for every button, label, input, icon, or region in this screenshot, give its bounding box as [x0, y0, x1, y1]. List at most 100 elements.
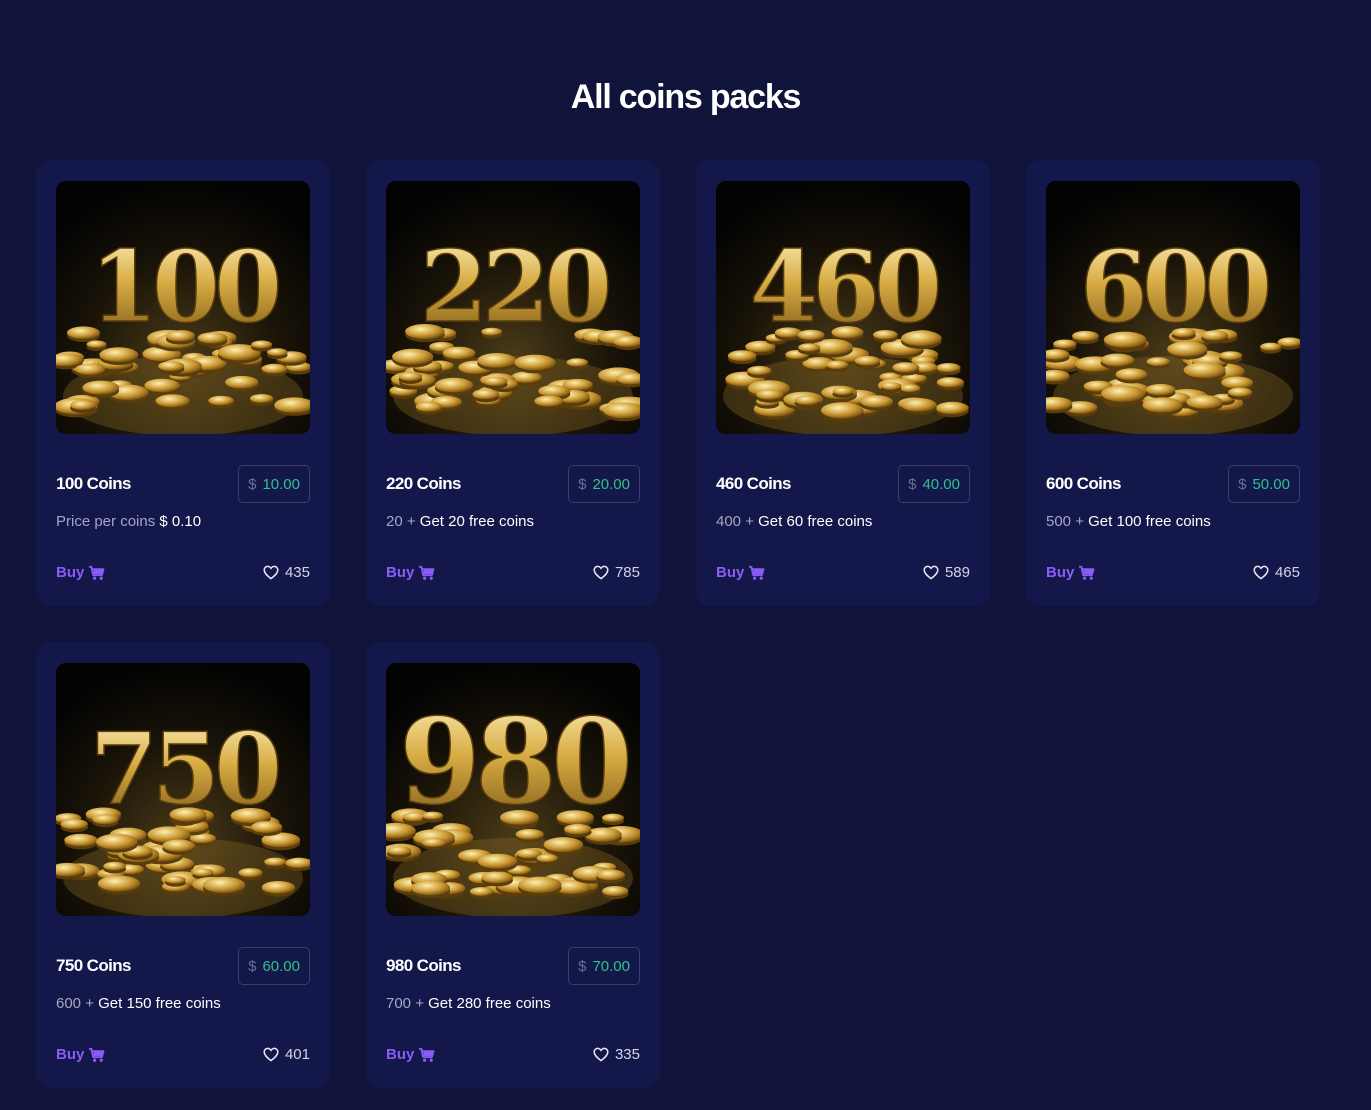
coin-pack-card: 100 100 Coins $ 10.00 Price per coins $ … [36, 160, 330, 606]
currency-symbol: $ [578, 957, 587, 975]
like-count: 785 [614, 564, 640, 581]
buy-button[interactable]: Buy [1046, 564, 1095, 581]
buy-button[interactable]: Buy [56, 564, 105, 581]
coin-pack-description: 700 + Get 280 free coins [386, 995, 640, 1012]
description-value: Get 100 free coins [1088, 513, 1211, 530]
coin-pack-name: 460 Coins [716, 474, 792, 493]
currency-symbol: $ [248, 475, 257, 493]
currency-symbol: $ [1238, 475, 1247, 493]
price-badge: $ 40.00 [898, 465, 970, 503]
heart-icon [1253, 565, 1269, 580]
coin-pack-image[interactable]: 750 [56, 663, 310, 916]
coin-pack-image[interactable]: 100 [56, 181, 310, 434]
like-button[interactable]: 335 [593, 1046, 640, 1063]
price-badge: $ 20.00 [568, 465, 640, 503]
description-value: Get 20 free coins [419, 513, 535, 530]
cart-icon [749, 565, 765, 580]
price-value: 50.00 [1252, 475, 1290, 493]
page-title: All coins packs [570, 78, 802, 116]
cart-icon [419, 565, 435, 580]
coin-pack-card: 980 980 Coins $ 70.00 700 + Get 280 free… [366, 642, 660, 1088]
description-value: Get 150 free coins [98, 995, 221, 1012]
price-value: 10.00 [262, 475, 300, 493]
cart-icon [1079, 565, 1095, 580]
coin-pack-image[interactable]: 980 [386, 663, 640, 916]
price-badge: $ 50.00 [1228, 465, 1300, 503]
coin-packs-grid: 100 100 Coins $ 10.00 Price per coins $ … [36, 160, 1336, 1088]
coin-pack-name: 750 Coins [56, 956, 132, 975]
coin-pack-image[interactable]: 220 [386, 181, 640, 434]
description-value: Get 280 free coins [428, 995, 551, 1012]
coin-pack-card: 750 750 Coins $ 60.00 600 + Get 150 free… [36, 642, 330, 1088]
buy-button[interactable]: Buy [716, 564, 765, 581]
price-badge: $ 70.00 [568, 947, 640, 985]
buy-label: Buy [56, 1046, 85, 1063]
description-prefix: 400 + [716, 513, 754, 530]
description-prefix: Price per coins [56, 513, 156, 530]
description-value: Get 60 free coins [758, 513, 873, 530]
coins-artwork: 600 [1046, 181, 1300, 434]
buy-label: Buy [1046, 564, 1075, 581]
like-count: 435 [284, 564, 310, 581]
heart-icon [923, 565, 939, 580]
like-button[interactable]: 401 [263, 1046, 310, 1063]
price-value: 70.00 [592, 957, 630, 975]
coin-pack-name: 100 Coins [56, 474, 132, 493]
like-count: 589 [944, 564, 970, 581]
cart-icon [89, 565, 105, 580]
coins-artwork: 100 [56, 181, 310, 434]
coin-pack-card: 600 600 Coins $ 50.00 500 + Get 100 free… [1026, 160, 1320, 606]
svg-text:600: 600 [1080, 230, 1268, 345]
price-value: 60.00 [262, 957, 300, 975]
description-prefix: 600 + [56, 995, 94, 1012]
coin-pack-description: 20 + Get 20 free coins [386, 513, 640, 530]
coin-pack-image[interactable]: 460 [716, 181, 970, 434]
cart-icon [419, 1047, 435, 1062]
description-value: $ 0.10 [159, 513, 202, 530]
like-count: 401 [284, 1046, 310, 1063]
like-count: 335 [614, 1046, 640, 1063]
buy-label: Buy [386, 1046, 415, 1063]
currency-symbol: $ [578, 475, 587, 493]
coin-pack-name: 980 Coins [386, 956, 462, 975]
heart-icon [263, 565, 279, 580]
price-value: 20.00 [592, 475, 630, 493]
coin-pack-description: Price per coins $ 0.10 [56, 513, 310, 530]
buy-button[interactable]: Buy [56, 1046, 105, 1063]
description-prefix: 20 + [386, 513, 416, 530]
coin-pack-name: 600 Coins [1046, 474, 1122, 493]
buy-label: Buy [56, 564, 85, 581]
coin-pack-description: 500 + Get 100 free coins [1046, 513, 1300, 530]
currency-symbol: $ [908, 475, 917, 493]
price-badge: $ 10.00 [238, 465, 310, 503]
coins-artwork: 220 [386, 181, 640, 434]
like-button[interactable]: 435 [263, 564, 310, 581]
coin-pack-description: 600 + Get 150 free coins [56, 995, 310, 1012]
coin-pack-description: 400 + Get 60 free coins [716, 513, 970, 530]
cart-icon [89, 1047, 105, 1062]
coin-pack-card: 220 220 Coins $ 20.00 20 + Get 20 free c… [366, 160, 660, 606]
heart-icon [593, 565, 609, 580]
buy-label: Buy [386, 564, 415, 581]
description-prefix: 500 + [1046, 513, 1084, 530]
heart-icon [263, 1047, 279, 1062]
buy-button[interactable]: Buy [386, 1046, 435, 1063]
price-badge: $ 60.00 [238, 947, 310, 985]
currency-symbol: $ [248, 957, 257, 975]
price-value: 40.00 [922, 475, 960, 493]
like-button[interactable]: 785 [593, 564, 640, 581]
coin-pack-card: 460 460 Coins $ 40.00 400 + Get 60 free … [696, 160, 990, 606]
like-count: 465 [1274, 564, 1300, 581]
buy-button[interactable]: Buy [386, 564, 435, 581]
like-button[interactable]: 589 [923, 564, 970, 581]
svg-text:980: 980 [399, 692, 628, 831]
coins-artwork: 980 [386, 663, 640, 916]
coins-artwork: 460 [716, 181, 970, 434]
like-button[interactable]: 465 [1253, 564, 1300, 581]
svg-text:220: 220 [420, 230, 608, 345]
description-prefix: 700 + [386, 995, 424, 1012]
svg-text:100: 100 [90, 230, 278, 345]
coin-pack-image[interactable]: 600 [1046, 181, 1300, 434]
coins-artwork: 750 [56, 663, 310, 916]
heart-icon [593, 1047, 609, 1062]
